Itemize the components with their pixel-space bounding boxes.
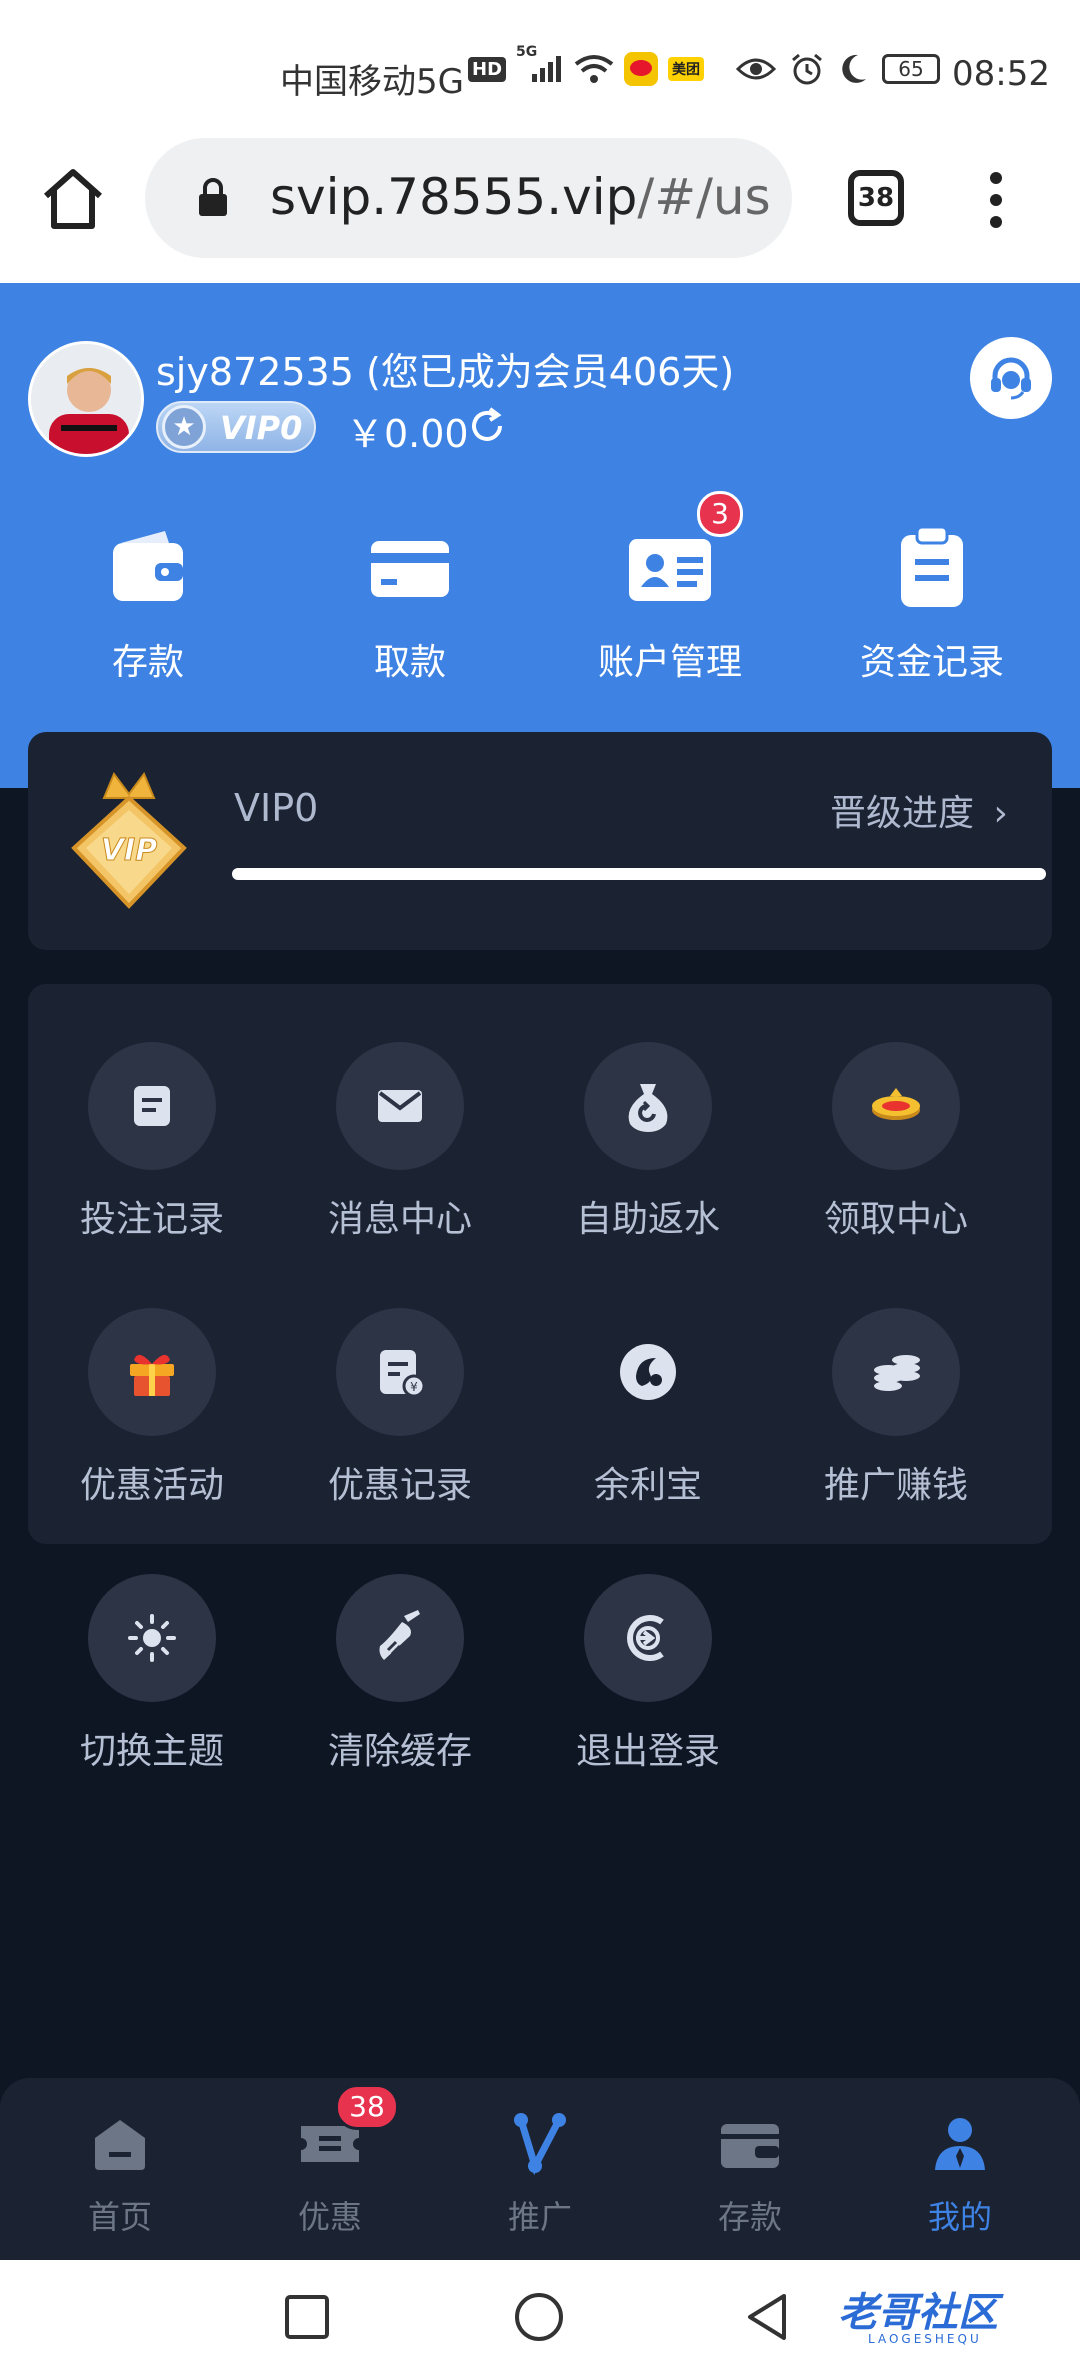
share-icon — [514, 2113, 566, 2176]
nav-promotions[interactable]: 38 优惠 — [250, 2084, 410, 2238]
star-icon: ★ — [162, 405, 206, 449]
wallet-icon — [113, 531, 183, 601]
clock: 08:52 — [952, 54, 1050, 94]
weibo-icon — [624, 52, 659, 86]
broom-icon — [379, 1610, 420, 1660]
sun-icon — [128, 1614, 176, 1662]
balance: ￥0.00 — [346, 412, 469, 456]
vip-crown-icon: VIP — [71, 772, 187, 909]
notification-badge: 3 — [697, 491, 743, 537]
svg-text:VIP: VIP — [101, 833, 157, 868]
card-icon — [371, 541, 449, 597]
meituan-icon: 美团 — [668, 57, 705, 81]
system-navigation-bar: 老哥社区 LAOGESHEQU — [0, 2260, 1080, 2376]
deposit-action[interactable]: 存款 — [48, 523, 248, 685]
svg-text:¥: ¥ — [410, 1380, 418, 1394]
logout-item[interactable]: 退出登录 — [524, 1574, 772, 1774]
mail-icon — [378, 1090, 422, 1122]
feature-menu: 投注记录 消息中心 自助返水 领取中心 优惠活动 ¥ 优惠记录 余利宝 推广赚钱… — [28, 984, 1052, 1772]
home-circle-button[interactable] — [514, 2292, 564, 2342]
promo-records-item[interactable]: ¥ 优惠记录 — [276, 1308, 524, 1508]
nav-deposit[interactable]: 存款 — [670, 2108, 830, 2238]
promotions-item[interactable]: 优惠活动 — [28, 1308, 276, 1508]
nav-home[interactable]: 首页 — [40, 2108, 200, 2238]
home-button[interactable] — [38, 164, 108, 234]
chevron-right-icon: › — [993, 793, 1008, 834]
carrier-text: 中国移动5G — [280, 62, 464, 102]
account-management-action[interactable]: 3 账户管理 — [570, 491, 770, 685]
logout-icon — [627, 1615, 664, 1661]
browser-toolbar: svip.78555.vip/#/us 38 — [0, 138, 1080, 283]
vip-badge: ★ VIP0 — [156, 401, 316, 453]
message-center-item[interactable]: 消息中心 — [276, 1042, 524, 1242]
withdraw-action[interactable]: 取款 — [310, 523, 510, 685]
avatar[interactable] — [28, 341, 144, 457]
user-icon — [935, 2118, 985, 2170]
receipt-icon: ¥ — [380, 1350, 426, 1398]
yulibao-item[interactable]: 余利宝 — [524, 1308, 772, 1508]
url-bar[interactable]: svip.78555.vip/#/us — [145, 138, 792, 258]
gold-coin-icon — [872, 1088, 920, 1120]
eye-icon — [736, 58, 776, 80]
coins-stack-icon — [874, 1355, 920, 1391]
referral-earn-item[interactable]: 推广赚钱 — [772, 1308, 1020, 1508]
url-text: svip.78555.vip/#/us — [270, 168, 771, 226]
vip-level: VIP0 — [234, 786, 319, 830]
user-header: sjy872535 (您已成为会员406天) ★ VIP0 ￥0.00 存款 取… — [0, 283, 1080, 788]
claim-center-item[interactable]: 领取中心 — [772, 1042, 1020, 1242]
watermark-subtitle: LAOGESHEQU — [868, 2332, 982, 2346]
lock-icon — [199, 178, 227, 216]
vip-progress-bar — [232, 868, 1046, 880]
wallet-icon — [721, 2124, 779, 2168]
moon-icon — [842, 54, 866, 83]
recent-apps-button[interactable] — [284, 2294, 330, 2340]
nav-referral[interactable]: 推广 — [460, 2108, 620, 2238]
refresh-icon[interactable] — [468, 407, 506, 445]
bet-records-item[interactable]: 投注记录 — [28, 1042, 276, 1242]
promotions-badge: 38 — [335, 2084, 399, 2130]
upgrade-progress-link[interactable]: 晋级进度 › — [830, 784, 1008, 836]
status-bar: 中国移动5G HD 5G 美团 65 08:52 — [0, 0, 1080, 150]
hd-icon: HD — [468, 56, 507, 82]
username: sjy872535 (您已成为会员406天) — [156, 350, 735, 394]
gift-icon — [130, 1354, 174, 1396]
id-card-icon — [629, 539, 711, 601]
fund-records-action[interactable]: 资金记录 — [832, 523, 1032, 685]
status-right-icons: 65 — [736, 52, 940, 86]
signal-icon: 5G — [516, 44, 564, 84]
alarm-icon — [792, 53, 822, 85]
switch-theme-item[interactable]: 切换主题 — [28, 1574, 276, 1774]
home-icon — [95, 2120, 145, 2170]
self-rebate-item[interactable]: 自助返水 — [524, 1042, 772, 1242]
headset-icon — [991, 357, 1031, 400]
watermark-logo: 老哥社区 — [838, 2290, 998, 2336]
clipboard-icon — [901, 525, 963, 607]
document-icon — [134, 1086, 170, 1126]
wifi-icon — [574, 55, 614, 83]
back-button[interactable] — [744, 2292, 790, 2342]
vip-card[interactable]: VIP VIP0 晋级进度 › — [28, 732, 1052, 950]
yulibao-icon — [620, 1344, 676, 1400]
money-bag-icon — [628, 1084, 668, 1132]
nav-mine[interactable]: 我的 — [880, 2108, 1040, 2238]
bottom-navigation: 首页 38 优惠 推广 存款 我的 — [0, 2078, 1080, 2260]
tab-switcher-button[interactable]: 38 — [848, 170, 904, 226]
battery-icon: 65 — [882, 54, 940, 84]
clear-cache-item[interactable]: 清除缓存 — [276, 1574, 524, 1774]
status-icons: HD 5G 美团 — [468, 44, 705, 86]
browser-menu-button[interactable] — [984, 168, 1008, 232]
customer-service-button[interactable] — [970, 337, 1052, 419]
vip-progress-fill — [232, 868, 1046, 880]
